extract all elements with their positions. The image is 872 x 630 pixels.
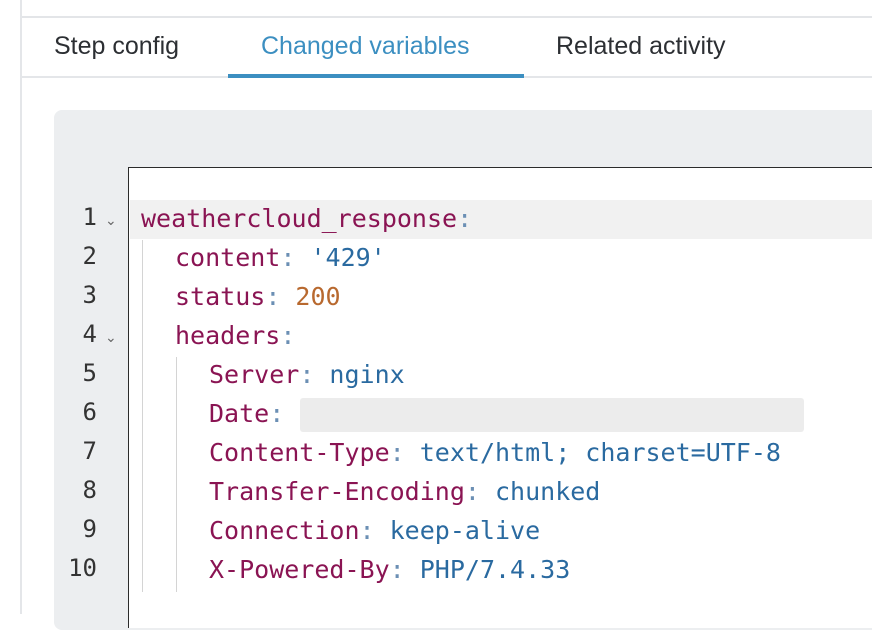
yaml-separator: : [389, 555, 420, 584]
yaml-separator: : [280, 243, 311, 272]
code-line-5: Server: nginx [209, 355, 405, 394]
tab-changed-variables[interactable]: Changed variables [261, 18, 469, 76]
line-number: 2 [82, 242, 97, 270]
yaml-value: text/html; charset=UTF-8 [419, 438, 781, 467]
active-tab-indicator [228, 74, 524, 78]
yaml-separator: : [280, 321, 296, 350]
yaml-separator: : [457, 204, 473, 233]
line-number: 6 [82, 398, 97, 426]
yaml-key: headers [175, 321, 281, 350]
yaml-separator: : [265, 282, 296, 311]
code-line-3: status: 200 [175, 277, 341, 316]
yaml-key: X-Powered-By [209, 555, 390, 584]
yaml-separator: : [359, 516, 390, 545]
tab-related-activity[interactable]: Related activity [556, 18, 726, 76]
tab-bar: Step config Changed variables Related ac… [22, 16, 872, 78]
code-line-1: weathercloud_response: [141, 199, 472, 238]
left-border [20, 0, 22, 614]
line-number: 3 [82, 281, 97, 309]
yaml-key: content [175, 243, 281, 272]
yaml-key: Transfer-Encoding [209, 477, 465, 506]
code-line-8: Transfer-Encoding: chunked [209, 472, 600, 511]
code-line-6: Date: [209, 394, 299, 433]
yaml-value: '429' [310, 243, 386, 272]
yaml-value: PHP/7.4.33 [419, 555, 571, 584]
yaml-value: 200 [295, 282, 341, 311]
yaml-value: nginx [329, 360, 405, 389]
line-number: 5 [82, 359, 97, 387]
code-line-9: Connection: keep-alive [209, 511, 540, 550]
yaml-separator: : [389, 438, 420, 467]
line-number: 7 [82, 437, 97, 465]
yaml-separator: : [299, 360, 330, 389]
code-line-10: X-Powered-By: PHP/7.4.33 [209, 550, 570, 589]
line-number: 9 [82, 515, 97, 543]
fold-chevron-icon[interactable]: ⌄ [105, 319, 117, 358]
yaml-value: keep-alive [389, 516, 541, 545]
code-line-4: headers: [175, 316, 295, 355]
yaml-value: chunked [494, 477, 601, 506]
redacted-date-value [300, 398, 804, 432]
yaml-key: status [175, 282, 266, 311]
line-number: 1 [82, 203, 97, 231]
line-number: 8 [82, 476, 97, 504]
indent-guide [142, 240, 143, 592]
yaml-key: Date [209, 399, 270, 428]
yaml-key: Connection [209, 516, 360, 545]
yaml-separator: : [269, 399, 300, 428]
line-number: 10 [68, 554, 97, 582]
yaml-key: Content-Type [209, 438, 390, 467]
tab-step-config[interactable]: Step config [54, 18, 179, 76]
yaml-key: Server [209, 360, 300, 389]
fold-chevron-icon[interactable]: ⌄ [105, 202, 117, 241]
line-number: 4 [82, 320, 97, 348]
yaml-separator: : [464, 477, 495, 506]
indent-guide [176, 357, 177, 592]
code-line-2: content: '429' [175, 238, 386, 277]
yaml-key: weathercloud_response [141, 204, 458, 233]
code-line-7: Content-Type: text/html; charset=UTF-8 [209, 433, 781, 472]
